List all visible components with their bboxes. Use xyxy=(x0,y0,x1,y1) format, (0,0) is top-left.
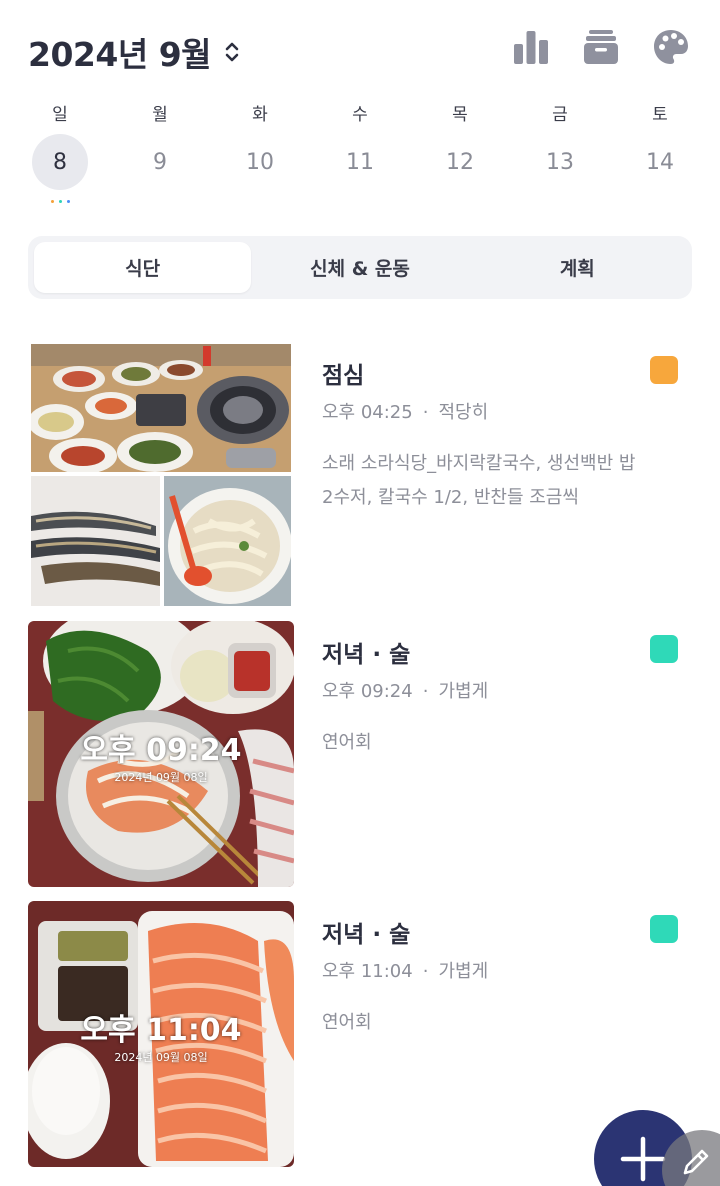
day-number-selected[interactable]: 8 xyxy=(32,134,88,190)
meal-time: 오후 04:25 xyxy=(322,402,413,423)
palette-icon[interactable] xyxy=(652,28,690,66)
day-number[interactable]: 9 xyxy=(132,134,188,190)
meal-entry-dinner-1[interactable]: 오후 09:24 2024년 09월 08일 저녁 · 술 오후 09:24 · 가… xyxy=(0,621,720,889)
meal-amount: 적당히 xyxy=(438,402,489,423)
photo-stamp-date: 2024년 09월 08일 xyxy=(114,1051,208,1064)
separator-dot: · xyxy=(422,402,429,423)
plus-icon xyxy=(620,1136,666,1182)
meal-description: 소래 소라식당_바지락칼국수, 생선백반 밥 2수저, 칼국수 1/2, 반찬들… xyxy=(322,453,636,508)
photo-stamp-time: 오후 11:04 xyxy=(80,1013,242,1048)
day-name: 화 xyxy=(252,105,268,125)
meal-description: 연어회 xyxy=(322,1012,372,1033)
photo-collage xyxy=(31,344,291,606)
meal-title: 저녁 · 술 xyxy=(322,922,411,948)
indicator-dot xyxy=(66,200,70,203)
meal-photo[interactable]: 오후 09:24 2024년 09월 08일 xyxy=(28,621,294,887)
meal-amount: 가볍게 xyxy=(438,961,489,982)
photo-timestamp: 오후 11:04 2024년 09월 08일 xyxy=(28,1005,294,1065)
meal-tag-color xyxy=(650,635,678,663)
day-mon[interactable]: 월 9 xyxy=(110,100,210,204)
day-fri[interactable]: 금 13 xyxy=(510,100,610,204)
meal-time: 오후 11:04 xyxy=(322,961,413,982)
tab-plan[interactable]: 계획 xyxy=(469,242,686,293)
day-name: 목 xyxy=(452,105,468,125)
indicator-dot xyxy=(58,200,62,203)
day-number[interactable]: 10 xyxy=(232,134,288,190)
food-photo-table xyxy=(31,344,291,472)
separator-dot: · xyxy=(422,681,429,702)
week-strip: 일 8 월 9 화 10 수 11 목 12 금 13 토 14 xyxy=(10,100,710,204)
sort-arrows-icon xyxy=(225,42,239,62)
tab-diet[interactable]: 식단 xyxy=(34,242,252,293)
meal-meta: 오후 11:04 · 가볍게 xyxy=(322,957,488,983)
meal-meta: 오후 09:24 · 가볍게 xyxy=(322,677,488,703)
food-photo-noodles xyxy=(164,476,291,606)
food-photo-fish xyxy=(31,476,160,606)
day-name: 수 xyxy=(352,105,368,125)
month-picker[interactable]: 2024년 9월 xyxy=(28,28,239,76)
day-sun[interactable]: 일 8 xyxy=(10,100,110,204)
indicator-dot xyxy=(50,200,54,203)
meal-photo-collage[interactable] xyxy=(31,344,291,606)
day-name: 일 xyxy=(52,105,68,125)
bar-chart-icon[interactable] xyxy=(512,28,550,66)
header-actions xyxy=(512,28,690,66)
archive-box-icon[interactable] xyxy=(582,28,620,66)
day-number[interactable]: 14 xyxy=(632,134,688,190)
tab-body-exercise[interactable]: 신체 & 운동 xyxy=(251,242,468,293)
meal-time: 오후 09:24 xyxy=(322,681,413,702)
meal-amount: 가볍게 xyxy=(438,681,489,702)
day-thu[interactable]: 목 12 xyxy=(410,100,510,204)
day-number[interactable]: 11 xyxy=(332,134,388,190)
photo-stamp-date: 2024년 09월 08일 xyxy=(114,771,208,784)
meal-description: 연어회 xyxy=(322,732,372,753)
photo-timestamp: 오후 09:24 2024년 09월 08일 xyxy=(28,725,294,785)
day-wed[interactable]: 수 11 xyxy=(310,100,410,204)
photo-stamp-time: 오후 09:24 xyxy=(80,733,242,768)
meal-photo[interactable]: 오후 11:04 2024년 09월 08일 xyxy=(28,901,294,1167)
day-name: 금 xyxy=(552,105,568,125)
pencil-icon xyxy=(683,1149,709,1175)
day-name: 월 xyxy=(152,105,168,125)
meal-entry-lunch[interactable]: 점심 오후 04:25 · 적당히 소래 소라식당_바지락칼국수, 생선백반 밥 2… xyxy=(0,342,720,610)
day-number[interactable]: 12 xyxy=(432,134,488,190)
separator-dot: · xyxy=(422,961,429,982)
record-indicator-dots xyxy=(50,200,70,204)
meal-title: 저녁 · 술 xyxy=(322,642,411,668)
meal-title: 점심 xyxy=(322,363,365,389)
day-name: 토 xyxy=(652,105,668,125)
category-segmented-control: 식단 신체 & 운동 계획 xyxy=(28,236,692,299)
day-sat[interactable]: 토 14 xyxy=(610,100,710,204)
day-tue[interactable]: 화 10 xyxy=(210,100,310,204)
meal-tag-color xyxy=(650,356,678,384)
meal-meta: 오후 04:25 · 적당히 xyxy=(322,398,488,424)
meal-tag-color xyxy=(650,915,678,943)
day-number[interactable]: 13 xyxy=(532,134,588,190)
month-title: 2024년 9월 xyxy=(28,35,212,74)
